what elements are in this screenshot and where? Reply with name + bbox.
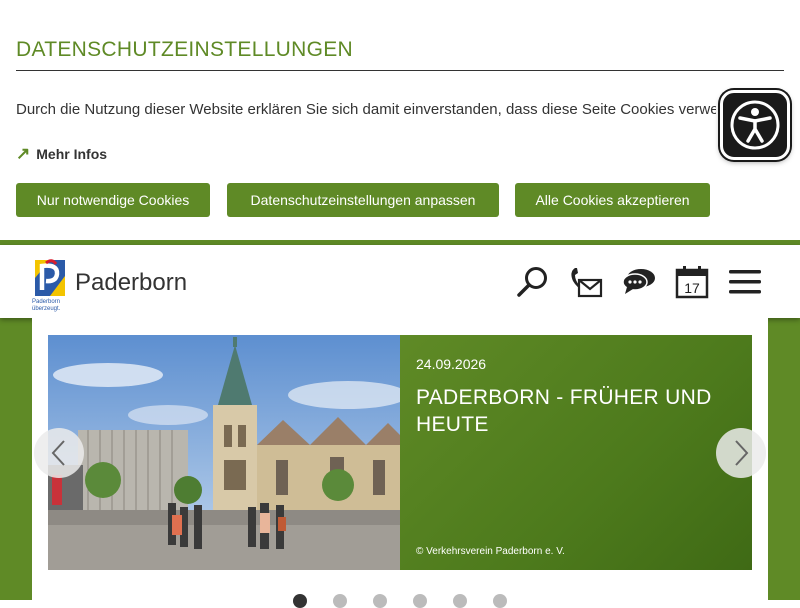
necessary-cookies-button[interactable]: Nur notwendige Cookies bbox=[16, 183, 210, 217]
chevron-right-icon bbox=[735, 440, 749, 466]
slider-dot[interactable] bbox=[293, 594, 307, 608]
slider-pagination bbox=[293, 594, 507, 608]
logo-tagline-2: überzeugt. bbox=[32, 306, 61, 312]
chat-button[interactable] bbox=[620, 263, 658, 301]
slider-dot[interactable] bbox=[493, 594, 507, 608]
slider-dot[interactable] bbox=[413, 594, 427, 608]
slide-title[interactable]: PADERBORN - FRÜHER UND HEUTE bbox=[416, 384, 736, 438]
divider bbox=[16, 70, 784, 71]
more-info-link[interactable]: ↗ Mehr Infos bbox=[16, 144, 107, 164]
slider-dot[interactable] bbox=[373, 594, 387, 608]
calendar-day: 17 bbox=[684, 280, 700, 296]
slide-credit: © Verkehrsverein Paderborn e. V. bbox=[416, 546, 565, 557]
search-button[interactable] bbox=[514, 263, 552, 301]
customize-privacy-button[interactable]: Datenschutzeinstellungen anpassen bbox=[227, 183, 499, 217]
cookie-banner: DATENSCHUTZEINSTELLUNGEN Durch die Nutzu… bbox=[0, 0, 800, 245]
site-title: Paderborn bbox=[75, 269, 188, 296]
chat-icon bbox=[622, 269, 655, 294]
chevron-left-icon bbox=[51, 440, 65, 466]
more-info-label: Mehr Infos bbox=[36, 146, 108, 162]
menu-button[interactable] bbox=[726, 263, 764, 301]
phone-mail-icon bbox=[571, 268, 603, 298]
hero-slide[interactable]: 24.09.2026 PADERBORN - FRÜHER UND HEUTE … bbox=[48, 335, 752, 570]
cookie-text: Durch die Nutzung dieser Website erkläre… bbox=[16, 101, 716, 118]
slider-dot[interactable] bbox=[453, 594, 467, 608]
slide-image bbox=[48, 335, 400, 570]
arrow-up-right-icon: ↗ bbox=[16, 144, 31, 163]
accessibility-icon bbox=[730, 100, 780, 150]
contact-button[interactable] bbox=[566, 263, 604, 301]
slide-date: 24.09.2026 bbox=[416, 356, 487, 372]
search-icon bbox=[517, 267, 547, 297]
logo-tagline-1: Paderborn bbox=[32, 299, 60, 305]
accessibility-button[interactable] bbox=[720, 90, 790, 160]
site-header: Paderborn überzeugt. Paderborn 17 bbox=[0, 245, 800, 318]
slide-caption-panel: 24.09.2026 PADERBORN - FRÜHER UND HEUTE … bbox=[400, 335, 752, 570]
menu-icon bbox=[729, 270, 761, 294]
calendar-button[interactable]: 17 bbox=[673, 263, 711, 301]
accept-all-cookies-button[interactable]: Alle Cookies akzeptieren bbox=[515, 183, 710, 217]
slider-next-button[interactable] bbox=[716, 428, 766, 478]
slider-prev-button[interactable] bbox=[34, 428, 84, 478]
cookie-title: DATENSCHUTZEINSTELLUNGEN bbox=[16, 38, 354, 61]
slider-dot[interactable] bbox=[333, 594, 347, 608]
paderborn-logo[interactable]: Paderborn überzeugt. bbox=[32, 254, 72, 312]
calendar-icon: 17 bbox=[675, 266, 709, 299]
